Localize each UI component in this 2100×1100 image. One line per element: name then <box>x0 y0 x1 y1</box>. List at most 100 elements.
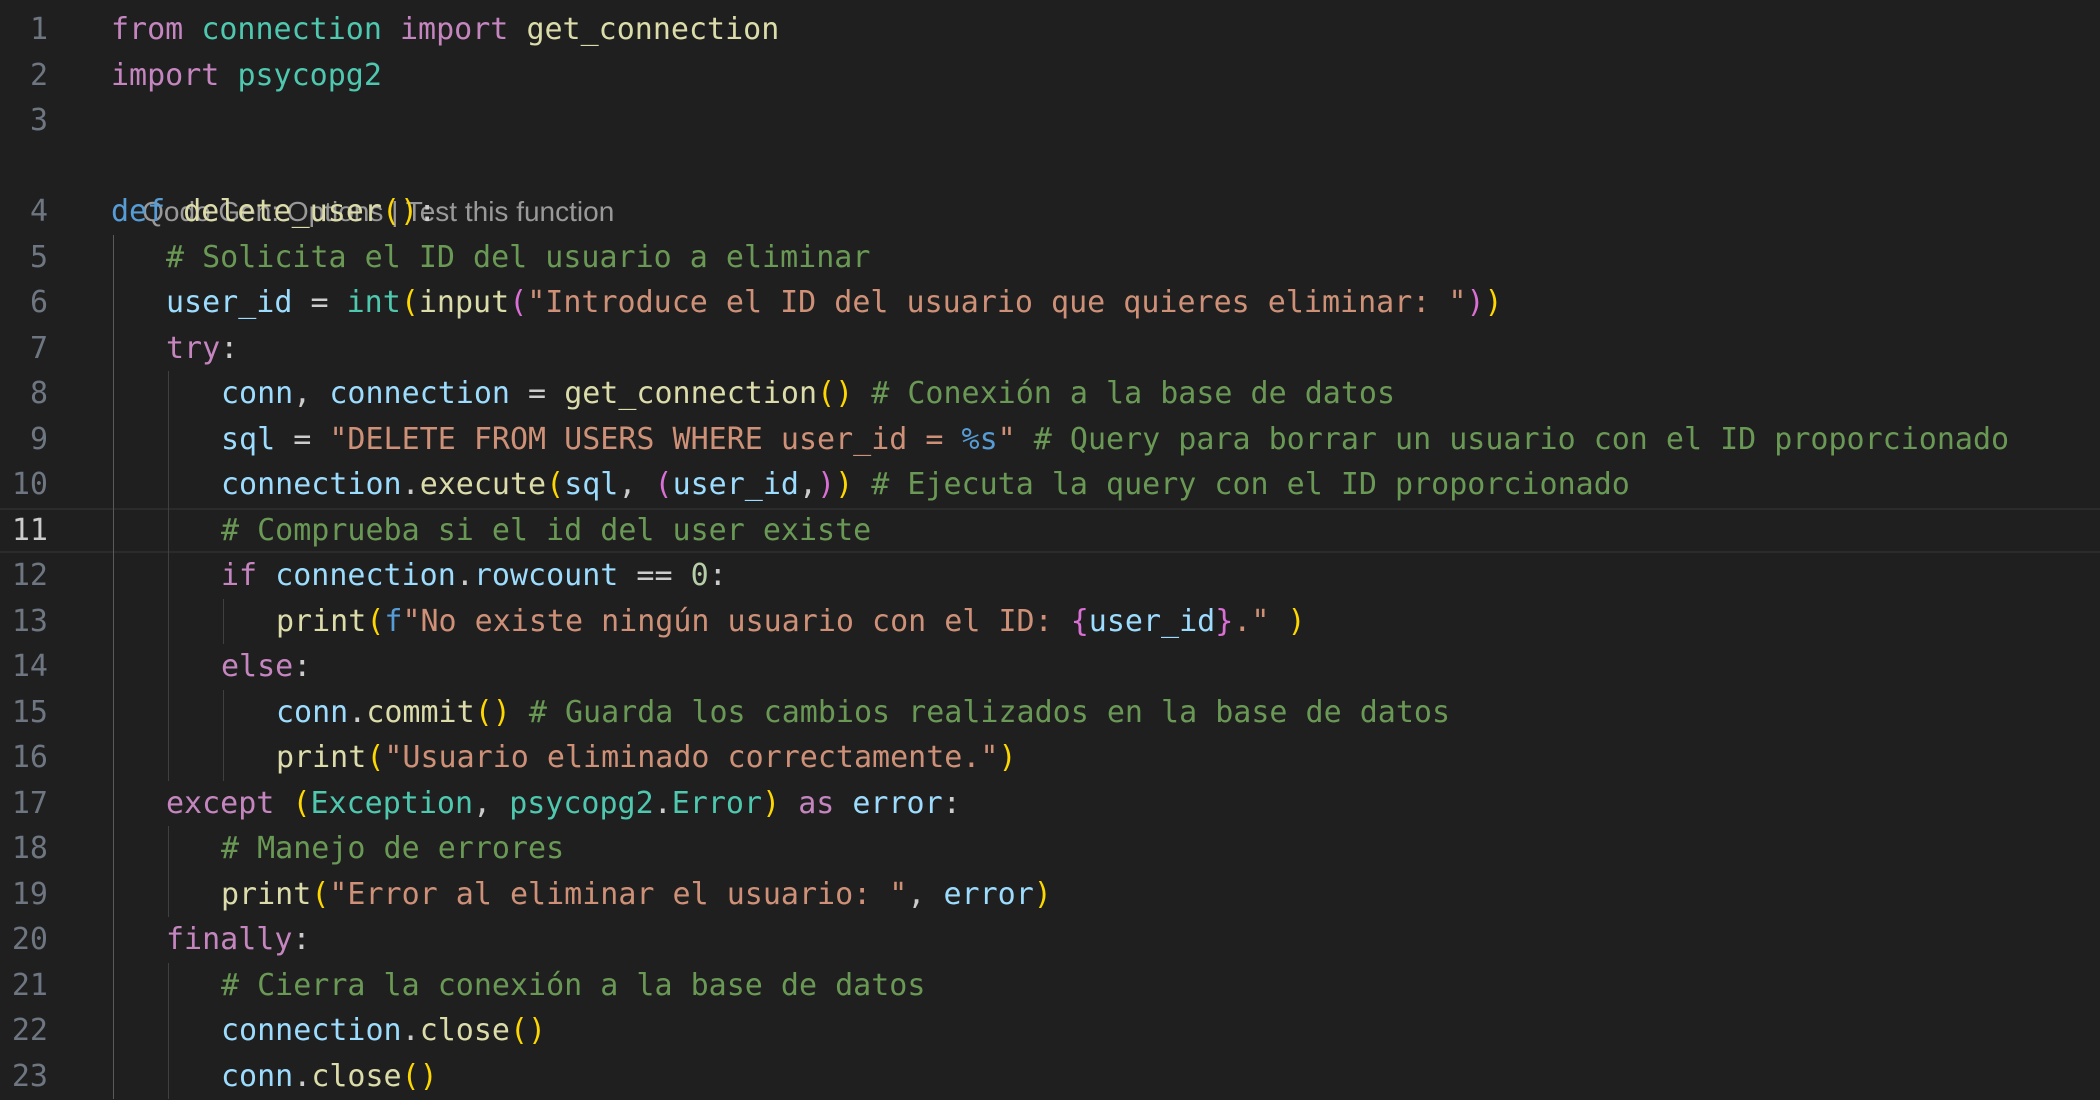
code-token: . <box>653 785 672 821</box>
code-text: print("Error al eliminar el usuario: ", … <box>221 872 1052 918</box>
code-line[interactable]: 20 finally: <box>0 917 2100 963</box>
code-token: ) <box>1484 285 1503 320</box>
code-token: , <box>618 467 655 502</box>
code-text: if connection.rowcount == 0: <box>221 553 727 599</box>
code-token: "No existe ningún usuario con el ID: <box>402 603 1071 639</box>
code-line[interactable]: 16 print("Usuario eliminado correctamente… <box>0 735 2100 781</box>
code-line[interactable]: 10 connection.execute(sql, (user_id,)) # … <box>0 462 2100 508</box>
code-token: . <box>293 1058 312 1094</box>
code-token: : <box>293 649 312 684</box>
code-token: f <box>384 603 403 639</box>
code-line[interactable]: 15 conn.commit() # Guarda los cambios rea… <box>0 690 2100 736</box>
code-token: . <box>401 1013 420 1048</box>
code-token: , <box>799 467 818 502</box>
code-token: connection <box>201 12 382 47</box>
code-line[interactable]: 21 # Cierra la conexión a la base de dato… <box>0 963 2100 1009</box>
code-token: user_id <box>672 467 799 502</box>
line-number: 9 <box>29 421 48 457</box>
code-line[interactable]: 8 conn, connection = get_connection() # C… <box>0 371 2100 417</box>
line-number: 15 <box>11 694 48 730</box>
code-token: input <box>418 285 510 320</box>
code-token: "Introduce el ID del usuario que quieres… <box>527 285 1467 320</box>
code-token: ( <box>292 785 311 821</box>
code-token: connection <box>329 376 510 411</box>
line-number: 19 <box>11 876 48 912</box>
code-text: conn.close() <box>221 1054 438 1100</box>
code-line[interactable]: 4 def delete_user(): <box>0 189 2100 235</box>
code-editor[interactable]: Qodo Gen: Options | Test this function 1… <box>0 0 2100 1100</box>
code-token: print <box>276 740 367 775</box>
code-line[interactable]: 13 print(f"No existe ningún usuario con e… <box>0 599 2100 645</box>
code-text: conn.commit() # Guarda los cambios reali… <box>276 690 1450 736</box>
line-number: 2 <box>29 57 48 93</box>
code-token: , <box>907 876 944 912</box>
code-token: # Ejecuta la query con el ID proporciona… <box>871 467 1630 502</box>
indent-guide <box>223 598 224 644</box>
code-token: sql <box>221 421 276 457</box>
code-text: print("Usuario eliminado correctamente."… <box>276 735 1017 781</box>
code-line[interactable]: 18 # Manejo de errores <box>0 826 2100 872</box>
line-number: 7 <box>29 330 48 366</box>
code-text: finally: <box>166 917 311 963</box>
code-line[interactable]: 11 # Comprueba si el id del user existe <box>0 507 2100 553</box>
code-token: () <box>510 1013 547 1048</box>
code-token: . <box>348 694 367 730</box>
code-line[interactable]: 2 import psycopg2 <box>0 53 2100 99</box>
code-line[interactable]: 23 conn.close() <box>0 1054 2100 1100</box>
code-token: : <box>220 330 239 366</box>
code-line[interactable]: 6 user_id = int(input("Introduce el ID de… <box>0 280 2100 326</box>
code-token: "Error al eliminar el usuario: " <box>329 876 908 912</box>
code-line[interactable]: 12 if connection.rowcount == 0: <box>0 553 2100 599</box>
code-token: ) <box>1287 603 1306 639</box>
code-token: user_id <box>166 285 293 320</box>
line-number: 3 <box>29 103 48 138</box>
code-line[interactable]: 5 # Solicita el ID del usuario a eliminar <box>0 235 2100 281</box>
code-line[interactable]: 19 print("Error al eliminar el usuario: "… <box>0 872 2100 918</box>
code-token: conn <box>221 1058 294 1094</box>
code-token: () <box>401 1058 438 1094</box>
code-token: ( <box>654 467 673 502</box>
line-number: 21 <box>11 967 48 1003</box>
code-text: def delete_user(): <box>111 189 436 235</box>
code-line[interactable]: 7 try: <box>0 326 2100 372</box>
code-text: # Solicita el ID del usuario a eliminar <box>166 235 870 281</box>
code-line[interactable]: 22 connection.close() <box>0 1008 2100 1054</box>
code-token: as <box>798 785 835 821</box>
code-token: user_id <box>1088 603 1216 639</box>
code-line[interactable]: 17 except (Exception, psycopg2.Error) as … <box>0 781 2100 827</box>
code-token: . <box>401 467 420 502</box>
line-number: 5 <box>29 239 48 275</box>
code-token: try <box>166 330 221 366</box>
code-token: . <box>455 558 474 593</box>
line-number: 1 <box>29 12 48 47</box>
code-line[interactable]: 1 from connection import get_connection <box>0 7 2100 53</box>
code-token: get_connection <box>526 12 780 47</box>
code-text: connection.close() <box>221 1008 546 1054</box>
code-token: ( <box>400 285 419 320</box>
code-line[interactable]: 3 <box>0 98 2100 144</box>
code-line[interactable]: 9 sql = "DELETE FROM USERS WHERE user_id … <box>0 417 2100 463</box>
code-token: # Query para borrar un usuario con el ID… <box>1033 421 2010 457</box>
code-text: else: <box>221 644 311 690</box>
code-token: conn <box>276 694 349 730</box>
code-token: # Cierra la conexión a la base de datos <box>221 967 926 1003</box>
code-token: %s <box>961 421 998 457</box>
line-number: 10 <box>11 467 48 502</box>
code-token: int <box>346 285 401 320</box>
line-number: 11 <box>11 512 48 548</box>
line-number: 6 <box>29 285 48 320</box>
line-number: 18 <box>11 831 48 866</box>
code-token: ) <box>1033 876 1052 912</box>
code-token: == <box>618 558 691 593</box>
code-token: " <box>997 421 1016 457</box>
code-token: commit <box>366 694 475 730</box>
code-token: = <box>292 285 347 320</box>
code-token: ." <box>1233 603 1270 639</box>
code-line[interactable]: 14 else: <box>0 644 2100 690</box>
code-token: # Conexión a la base de datos <box>871 376 1396 411</box>
code-token: sql <box>564 467 619 502</box>
